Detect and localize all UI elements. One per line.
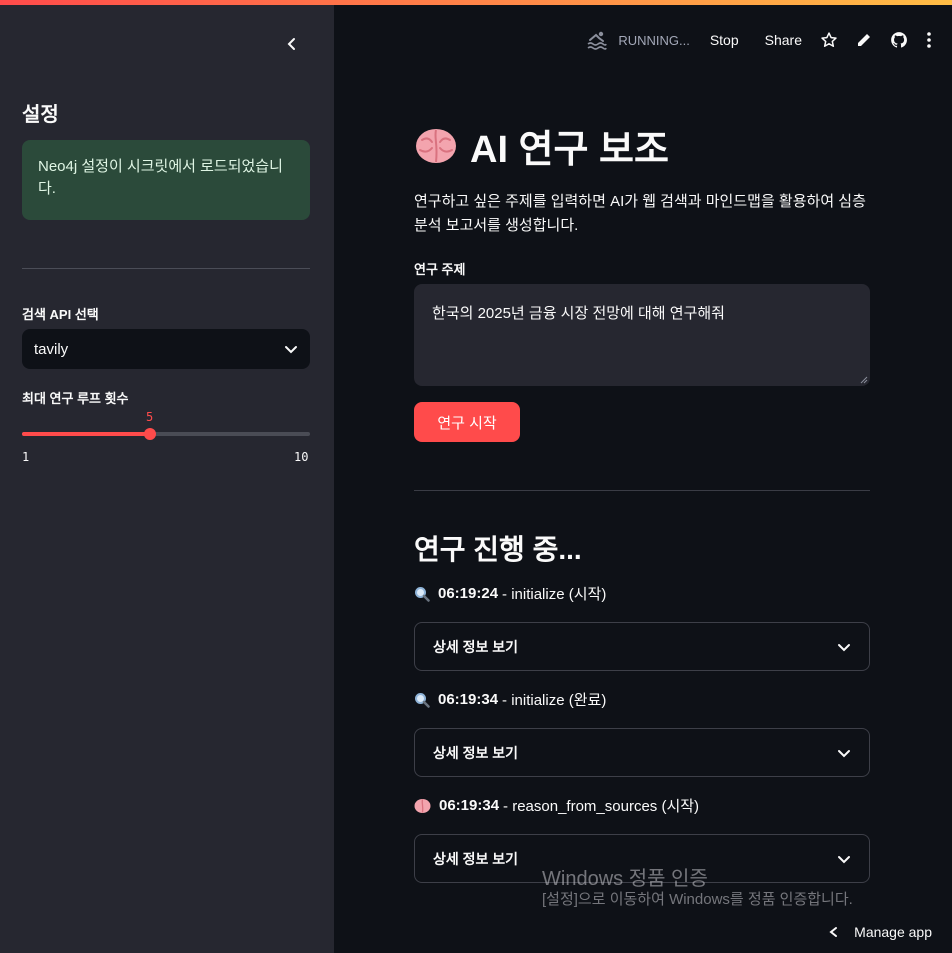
brain-icon <box>414 798 431 813</box>
edit-button[interactable] <box>856 32 872 48</box>
topic-label: 연구 주제 <box>414 262 466 277</box>
chevron-down-icon <box>838 643 850 651</box>
expander-label: 상세 정보 보기 <box>433 850 519 867</box>
log-entry: 06:19:34 - initialize (완료) <box>414 689 606 710</box>
pencil-icon <box>858 34 870 46</box>
log-entry: 06:19:34 - reason_from_sources (시작) <box>414 795 699 816</box>
manage-app-label: Manage app <box>854 924 932 940</box>
log-time: 06:19:34 <box>438 691 499 708</box>
expander-label: 상세 정보 보기 <box>433 744 519 761</box>
chevron-down-icon <box>838 749 850 757</box>
search-api-label: 검색 API 선택 <box>22 307 99 322</box>
manage-app-button[interactable]: Manage app <box>828 924 932 940</box>
share-button[interactable]: Share <box>765 32 802 48</box>
magnifier-icon <box>415 586 430 602</box>
sidebar-title: 설정 <box>22 104 59 126</box>
stop-button[interactable]: Stop <box>710 32 739 48</box>
log-time: 06:19:34 <box>439 797 500 814</box>
log-text: - reason_from_sources (시작) <box>503 798 700 815</box>
collapse-sidebar-button[interactable] <box>280 32 304 56</box>
max-loops-label: 최대 연구 루프 횟수 <box>22 391 129 406</box>
brain-icon <box>416 128 456 163</box>
chevron-left-icon <box>287 38 295 50</box>
sidebar-divider <box>22 268 310 269</box>
log-text: - initialize (시작) <box>502 586 607 603</box>
top-decoration-bar <box>0 0 952 5</box>
running-status: RUNNING... <box>586 29 690 51</box>
details-expander[interactable]: 상세 정보 보기 <box>414 728 870 777</box>
expander-label: 상세 정보 보기 <box>433 638 519 655</box>
search-api-select[interactable]: tavily <box>22 329 310 369</box>
github-icon <box>891 32 907 48</box>
running-label: RUNNING... <box>618 32 690 48</box>
details-expander[interactable]: 상세 정보 보기 <box>414 622 870 671</box>
max-loops-slider-max: 10 <box>294 450 309 464</box>
max-loops-slider-thumb[interactable] <box>144 428 156 440</box>
chevron-down-icon <box>838 855 850 863</box>
star-icon <box>821 32 837 47</box>
max-loops-slider-min: 1 <box>22 450 30 464</box>
page-title-text: AI 연구 보조 <box>470 129 669 171</box>
search-api-selected-value: tavily <box>34 340 69 358</box>
star-button[interactable] <box>820 31 838 49</box>
intro-text: 연구하고 싶은 주제를 입력하면 AI가 웹 검색과 마인드맵을 활용하여 심층… <box>414 193 866 234</box>
progress-title: 연구 진행 중... <box>414 534 582 565</box>
main-menu-button[interactable] <box>926 31 932 49</box>
swimmer-icon <box>587 31 608 50</box>
resize-handle-icon[interactable] <box>860 376 868 384</box>
more-vertical-icon <box>927 32 931 48</box>
magnifier-icon <box>415 692 430 708</box>
page-title: AI 연구 보조 <box>414 118 669 173</box>
chevron-left-icon <box>829 927 838 937</box>
topic-textarea[interactable]: 한국의 2025년 금융 시장 전망에 대해 연구해줘 <box>414 284 870 386</box>
log-time: 06:19:24 <box>438 585 499 602</box>
windows-activation-watermark-title: Windows 정품 인증 <box>542 868 708 890</box>
success-alert: Neo4j 설정이 시크릿에서 로드되었습니다. <box>22 140 310 220</box>
main-divider <box>414 490 870 491</box>
app-toolbar: RUNNING... Stop Share <box>586 28 932 52</box>
windows-activation-watermark-text: [설정]으로 이동하여 Windows를 정품 인증합니다. <box>542 891 853 908</box>
max-loops-slider-fill <box>22 432 150 436</box>
sidebar: 설정 Neo4j 설정이 시크릿에서 로드되었습니다. 검색 API 선택 ta… <box>0 0 334 953</box>
max-loops-slider-value: 5 <box>146 410 154 424</box>
chevron-down-icon <box>285 346 297 354</box>
github-button[interactable] <box>890 31 908 49</box>
start-research-button[interactable]: 연구 시작 <box>414 402 520 442</box>
log-entry: 06:19:24 - initialize (시작) <box>414 583 606 604</box>
log-text: - initialize (완료) <box>502 692 607 709</box>
